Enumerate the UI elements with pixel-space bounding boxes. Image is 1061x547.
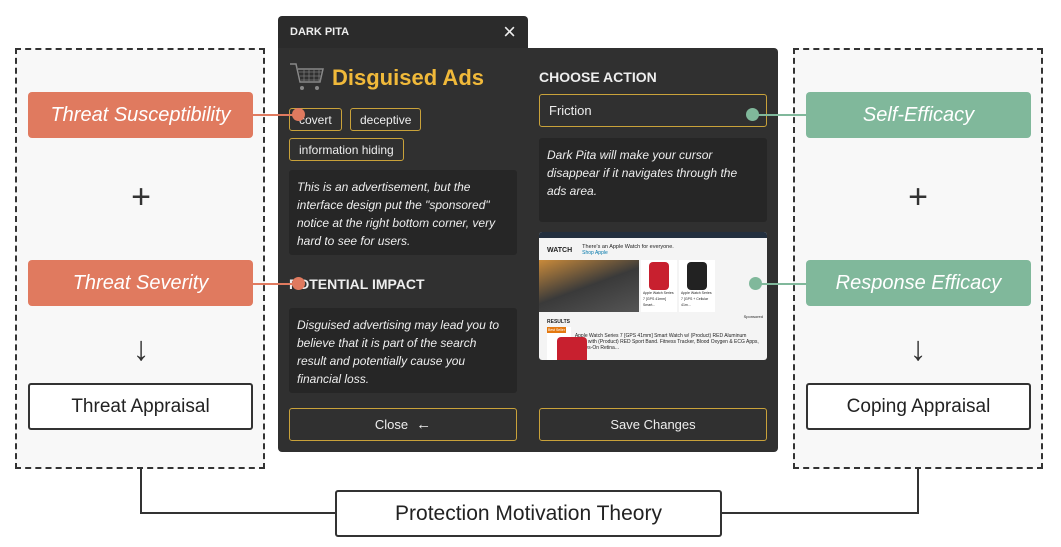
pattern-title: Disguised Ads bbox=[332, 65, 484, 90]
threat-appraisal-box: Threat Appraisal bbox=[28, 383, 253, 430]
shopping-cart-icon bbox=[289, 60, 325, 99]
impact-text: Disguised advertising may lead you to be… bbox=[289, 308, 517, 393]
pattern-description: This is an advertisement, but the interf… bbox=[289, 170, 517, 255]
plus-icon: + bbox=[131, 178, 151, 216]
tag-information-hiding: information hiding bbox=[289, 138, 404, 161]
close-button[interactable]: Close ← bbox=[289, 408, 517, 441]
action-description: Dark Pita will make your cursor disappea… bbox=[539, 138, 767, 222]
connector-line bbox=[140, 469, 142, 514]
down-arrow-icon: ↓ bbox=[132, 330, 150, 368]
preview-badge: Best Seller bbox=[547, 327, 566, 333]
threat-severity-box: Threat Severity bbox=[28, 260, 253, 306]
connector-line bbox=[721, 512, 919, 514]
down-arrow-icon: ↓ bbox=[909, 330, 927, 368]
preview-screenshot: WATCH There's an Apple Watch for everyon… bbox=[539, 232, 767, 360]
close-icon[interactable]: × bbox=[503, 19, 516, 45]
app-tab: DARK PITA × bbox=[278, 16, 528, 49]
coping-appraisal-box: Coping Appraisal bbox=[806, 383, 1031, 430]
connector-dot bbox=[746, 108, 759, 121]
preview-banner-image bbox=[539, 260, 639, 312]
close-label: Close bbox=[374, 417, 409, 432]
threat-susceptibility-box: Threat Susceptibility bbox=[28, 92, 253, 138]
preview-product: Apple Watch Series 7 [GPS 41mm] Smart... bbox=[643, 291, 674, 307]
preview-result-title: Apple Watch Series 7 [GPS 41mm] Smart Wa… bbox=[574, 333, 759, 351]
app-title: DARK PITA bbox=[290, 26, 350, 38]
connector-dot bbox=[749, 277, 762, 290]
self-efficacy-box: Self-Efficacy bbox=[806, 92, 1031, 138]
connector-response-efficacy bbox=[755, 283, 806, 285]
save-changes-button[interactable]: Save Changes bbox=[539, 408, 767, 441]
theory-box: Protection Motivation Theory bbox=[335, 490, 722, 537]
tag-deceptive: deceptive bbox=[350, 108, 422, 131]
preview-product: Apple Watch Series 7 [GPS + Cellular 41m… bbox=[681, 291, 712, 307]
connector-dot bbox=[292, 108, 305, 121]
action-select[interactable]: Friction ⌄ bbox=[539, 94, 767, 127]
connector-dot bbox=[292, 277, 305, 290]
response-efficacy-box: Response Efficacy bbox=[806, 260, 1031, 306]
impact-heading: POTENTIAL IMPACT bbox=[289, 276, 425, 292]
connector-line bbox=[140, 512, 336, 514]
action-selected: Friction bbox=[549, 103, 592, 118]
preview-shop-link: Shop Apple bbox=[582, 250, 608, 256]
preview-brand: WATCH bbox=[547, 246, 573, 254]
plus-icon: + bbox=[908, 178, 928, 216]
choose-action-heading: CHOOSE ACTION bbox=[539, 69, 657, 85]
connector-line bbox=[917, 469, 919, 514]
connector-self-efficacy bbox=[752, 114, 806, 116]
arrow-left-icon: ← bbox=[416, 416, 432, 433]
